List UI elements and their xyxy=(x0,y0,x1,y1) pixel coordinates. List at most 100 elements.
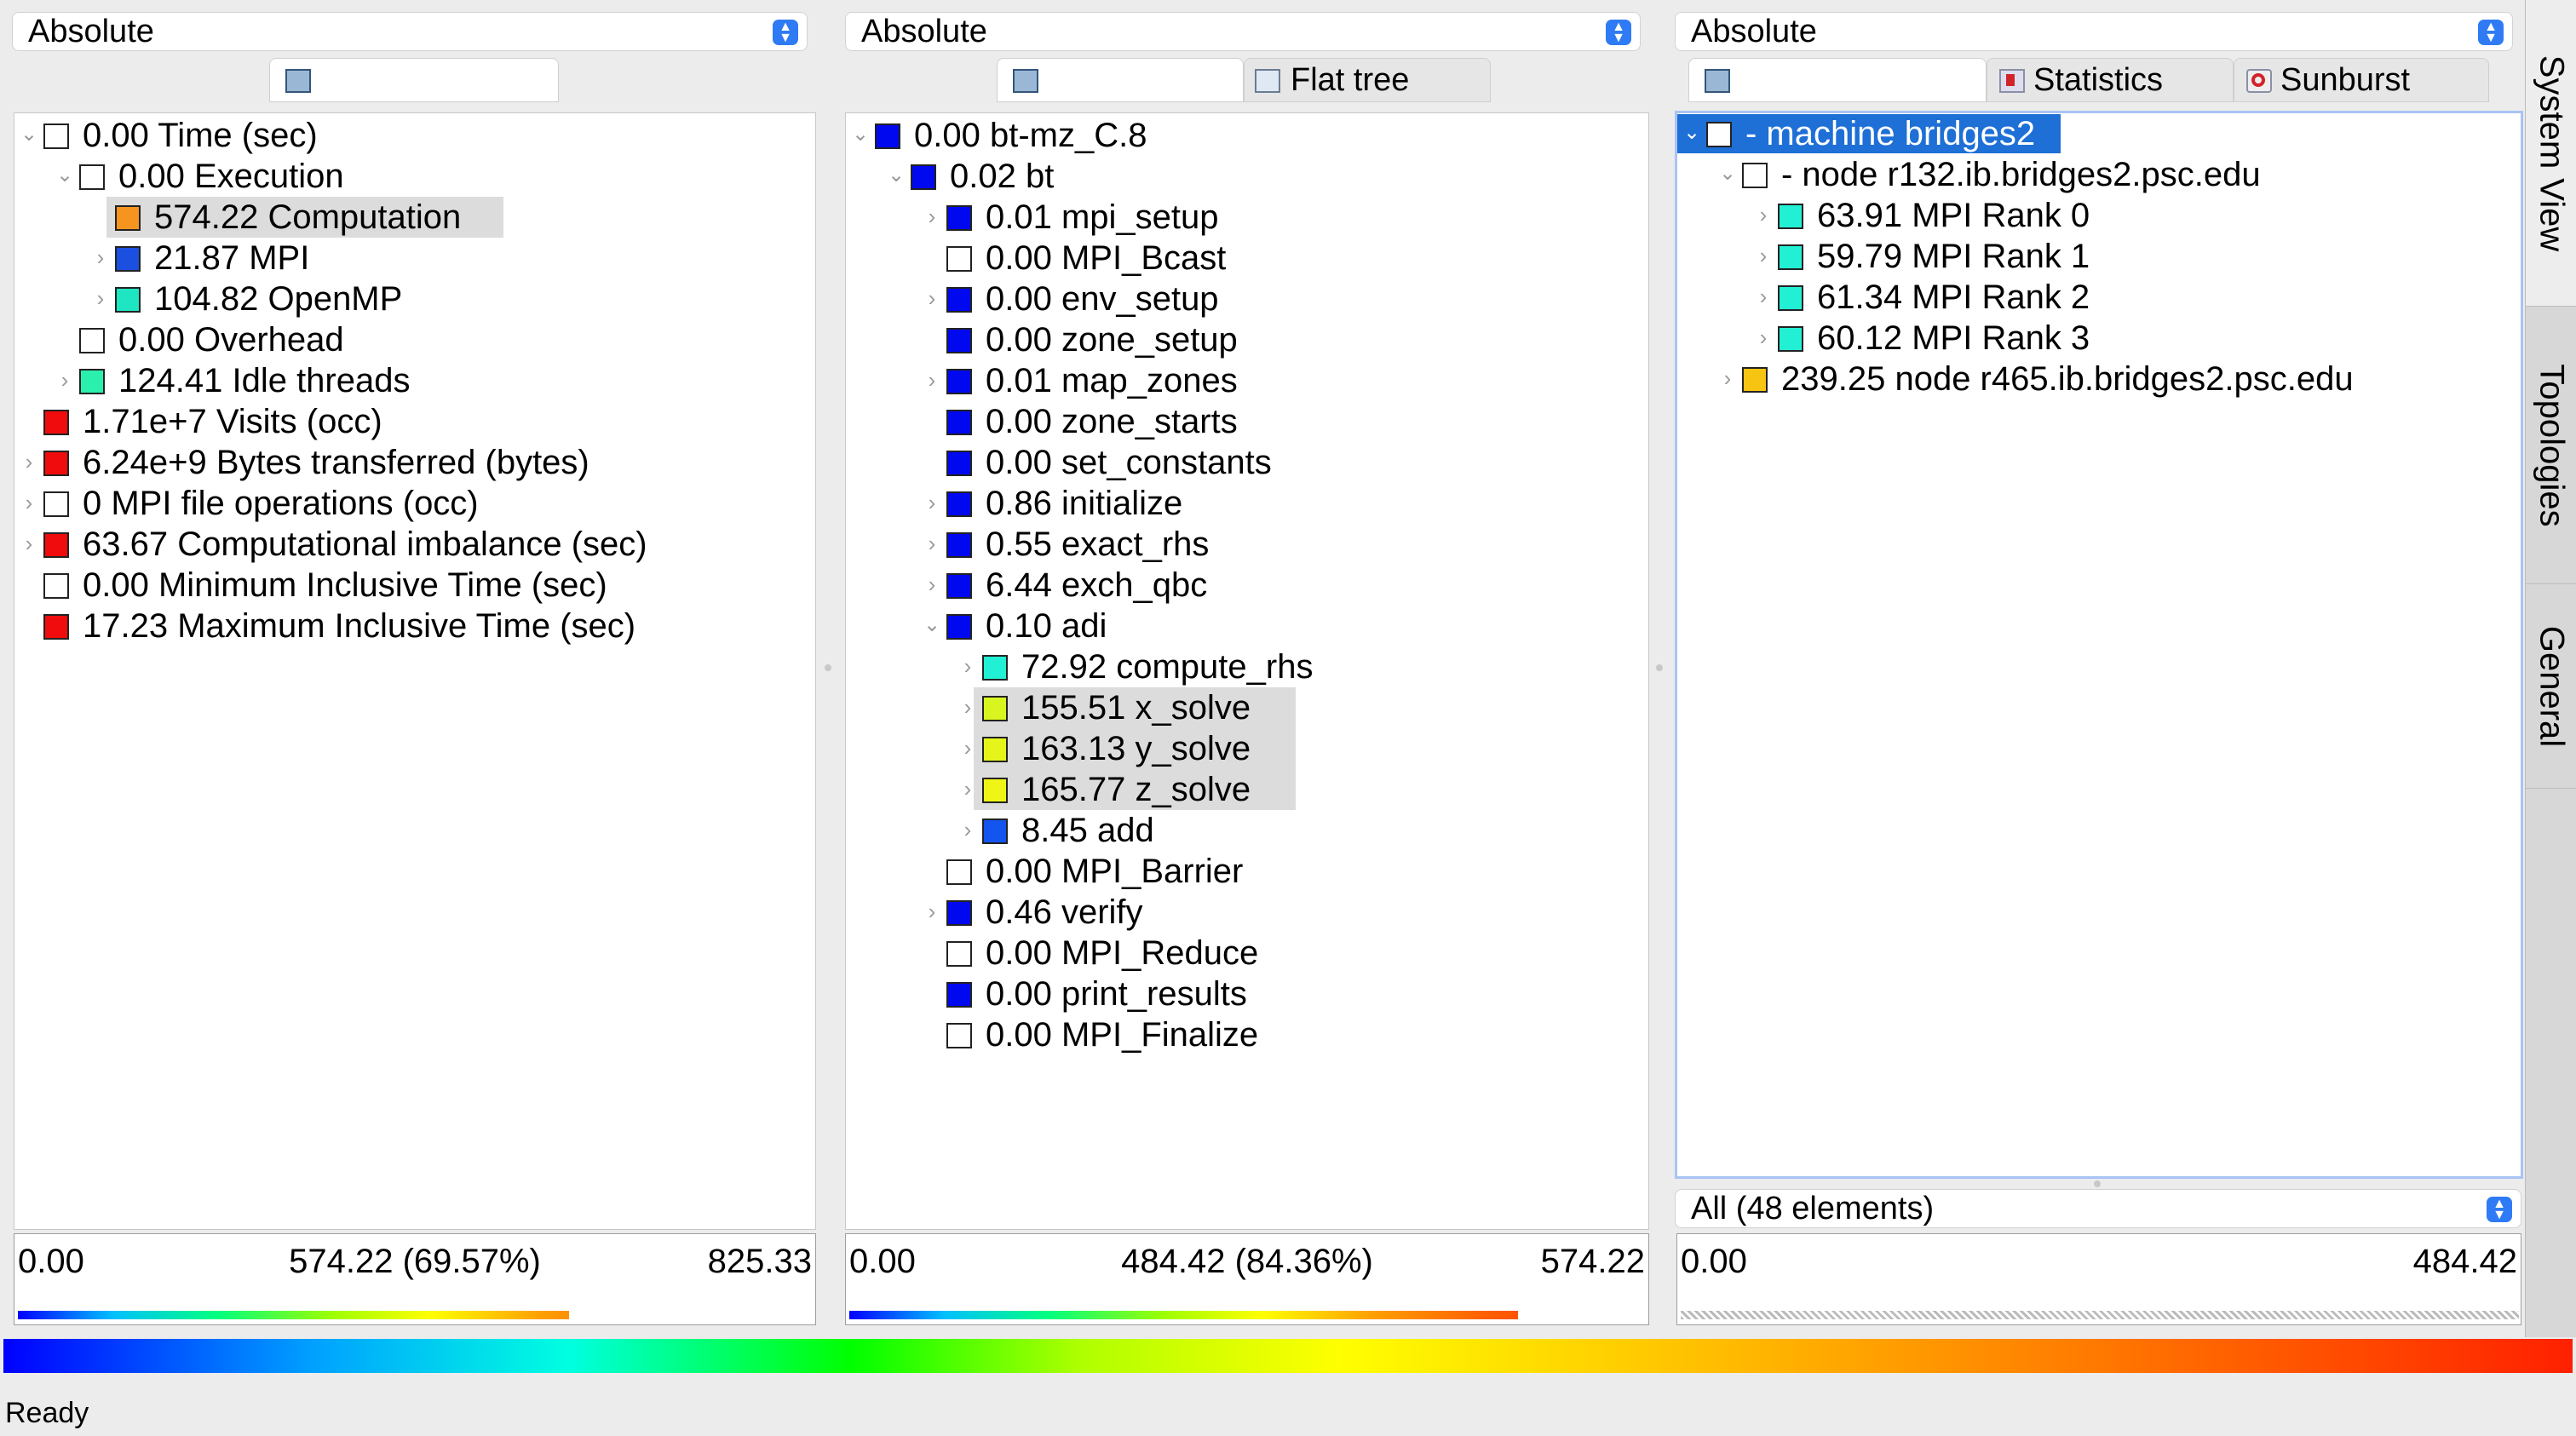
tree-row[interactable]: ⌄ 0.00 bt-mz_C.8 xyxy=(846,115,1648,156)
tree-row[interactable]: › 104.82 OpenMP xyxy=(14,279,815,319)
chevron-right-icon[interactable]: › xyxy=(1752,236,1774,275)
chevron-down-icon[interactable]: ⌄ xyxy=(54,156,76,195)
chevron-right-icon[interactable]: › xyxy=(1752,318,1774,357)
filter-label: All (48 elements) xyxy=(1691,1191,1935,1226)
chevron-right-icon[interactable]: › xyxy=(89,238,112,277)
tab-system-tree[interactable] xyxy=(1688,58,1987,102)
tree-row[interactable]: › 0.01 mpi_setup xyxy=(846,197,1648,238)
chevron-right-icon[interactable]: › xyxy=(18,524,40,563)
tree-row[interactable]: ⌄ 0.00 Execution xyxy=(14,156,815,197)
chevron-down-icon[interactable]: ⌄ xyxy=(849,115,871,154)
metric-tree[interactable]: ⌄ 0.00 Time (sec) ⌄ 0.00 Execution 574.22 Co… xyxy=(14,112,816,1230)
select-arrow-icon: ▲ ▼ xyxy=(2478,20,2504,45)
chevron-down-icon[interactable]: ⌄ xyxy=(921,606,943,645)
tab-flat-tree[interactable]: Flat tree xyxy=(1244,58,1491,102)
tree-row[interactable]: ⌄ - machine bridges2 xyxy=(1677,113,2521,154)
system-tree[interactable]: ⌄ - machine bridges2 ⌄ - node r132.ib.bridg… xyxy=(1675,111,2523,1179)
element-filter-select[interactable]: All (48 elements) ▲ ▼ xyxy=(1675,1189,2521,1228)
chevron-down-icon[interactable]: ⌄ xyxy=(18,115,40,154)
tree-row[interactable]: › 155.51 x_solve xyxy=(846,687,1648,728)
chevron-right-icon[interactable]: › xyxy=(18,483,40,522)
tab-statistics[interactable]: Statistics xyxy=(1987,58,2234,102)
calltree-value-mode-select[interactable]: Absolute ▲ ▼ xyxy=(845,12,1641,51)
chevron-right-icon[interactable]: › xyxy=(1752,277,1774,316)
system-value-mode-select[interactable]: Absolute ▲ ▼ xyxy=(1675,12,2513,51)
chevron-right-icon[interactable]: › xyxy=(89,279,112,318)
tree-row[interactable]: 0.00 MPI_Finalize xyxy=(846,1014,1648,1055)
tree-row[interactable]: 0.00 MPI_Reduce xyxy=(846,933,1648,974)
tree-row[interactable]: ⌄ 0.02 bt xyxy=(846,156,1648,197)
tree-row[interactable]: › 61.34 MPI Rank 2 xyxy=(1677,277,2521,318)
tree-row[interactable]: › 124.41 Idle threads xyxy=(14,360,815,401)
tree-row[interactable]: ⌄ 0.00 Time (sec) xyxy=(14,115,815,156)
splitter-handle[interactable] xyxy=(825,664,831,671)
tree-row[interactable]: › 6.24e+9 Bytes transferred (bytes) xyxy=(14,442,815,483)
tree-row[interactable]: › 21.87 MPI xyxy=(14,238,815,279)
tree-row[interactable]: 1.71e+7 Visits (occ) xyxy=(14,401,815,442)
tree-row[interactable]: › 239.25 node r465.ib.bridges2.psc.edu xyxy=(1677,359,2521,399)
tree-row[interactable]: ⌄ 0.10 adi xyxy=(846,606,1648,646)
chevron-right-icon[interactable]: › xyxy=(921,892,943,931)
tree-row[interactable]: › 63.67 Computational imbalance (sec) xyxy=(14,524,815,565)
tree-row[interactable]: › 0.86 initialize xyxy=(846,483,1648,524)
tree-row[interactable]: 17.23 Maximum Inclusive Time (sec) xyxy=(14,606,815,646)
tree-row[interactable]: ⌄ - node r132.ib.bridges2.psc.edu xyxy=(1677,154,2521,195)
metric-value-mode-select[interactable]: Absolute ▲ ▼ xyxy=(12,12,808,51)
chevron-right-icon[interactable]: › xyxy=(921,279,943,318)
metric-color-swatch xyxy=(1778,244,1803,270)
tree-row[interactable]: 574.22 Computation xyxy=(14,197,815,238)
tree-row[interactable]: › 59.79 MPI Rank 1 xyxy=(1677,236,2521,277)
chevron-right-icon[interactable]: › xyxy=(957,769,979,808)
tree-row[interactable]: › 0.46 verify xyxy=(846,892,1648,933)
tree-row[interactable]: 0.00 Overhead xyxy=(14,319,815,360)
call-tree[interactable]: ⌄ 0.00 bt-mz_C.8 ⌄ 0.02 bt › 0.01 mpi_setup 0.… xyxy=(845,112,1649,1230)
tree-row[interactable]: › 163.13 y_solve xyxy=(846,728,1648,769)
chevron-down-icon[interactable]: ⌄ xyxy=(1681,113,1703,152)
tab-metric-tree[interactable] xyxy=(269,58,559,102)
chevron-right-icon[interactable]: › xyxy=(921,360,943,399)
tree-row-label: 0.00 MPI_Finalize xyxy=(986,1016,1259,1054)
chevron-right-icon[interactable]: › xyxy=(957,687,979,727)
chevron-right-icon[interactable]: › xyxy=(1716,359,1739,398)
chevron-right-icon[interactable]: › xyxy=(921,524,943,563)
tab-general[interactable]: General xyxy=(2526,584,2576,789)
tree-row-label: 0.00 MPI_Bcast xyxy=(986,239,1227,277)
chevron-down-icon[interactable]: ⌄ xyxy=(1716,154,1739,193)
tree-row[interactable]: › 0.00 env_setup xyxy=(846,279,1648,319)
chevron-right-icon[interactable]: › xyxy=(921,483,943,522)
tree-row[interactable]: 0.00 print_results xyxy=(846,974,1648,1014)
tree-row[interactable]: 0.00 set_constants xyxy=(846,442,1648,483)
tree-row[interactable]: › 72.92 compute_rhs xyxy=(846,646,1648,687)
chevron-right-icon[interactable]: › xyxy=(957,646,979,686)
tree-row[interactable]: › 0 MPI file operations (occ) xyxy=(14,483,815,524)
tree-row[interactable]: › 6.44 exch_qbc xyxy=(846,565,1648,606)
tree-row[interactable]: › 165.77 z_solve xyxy=(846,769,1648,810)
splitter-handle[interactable] xyxy=(1656,664,1663,671)
tree-row[interactable]: › 0.55 exact_rhs xyxy=(846,524,1648,565)
splitter-handle[interactable] xyxy=(2094,1180,2101,1187)
tree-row-label: 0 MPI file operations (occ) xyxy=(83,485,479,522)
tree-row[interactable]: › 63.91 MPI Rank 0 xyxy=(1677,195,2521,236)
tree-row[interactable]: › 0.01 map_zones xyxy=(846,360,1648,401)
tree-row[interactable]: 0.00 MPI_Bcast xyxy=(846,238,1648,279)
tab-system-view[interactable]: System View xyxy=(2526,0,2576,307)
chevron-right-icon[interactable]: › xyxy=(1752,195,1774,234)
chevron-right-icon[interactable]: › xyxy=(54,360,76,399)
tree-row[interactable]: 0.00 zone_setup xyxy=(846,319,1648,360)
tab-sunburst[interactable]: Sunburst xyxy=(2234,58,2489,102)
chevron-right-icon[interactable]: › xyxy=(957,810,979,849)
tree-row[interactable]: 0.00 zone_starts xyxy=(846,401,1648,442)
scale-min: 0.00 xyxy=(1681,1243,1747,1280)
tree-row[interactable]: 0.00 Minimum Inclusive Time (sec) xyxy=(14,565,815,606)
chevron-right-icon[interactable]: › xyxy=(921,197,943,236)
chevron-right-icon[interactable]: › xyxy=(957,728,979,767)
tree-row[interactable]: › 8.45 add xyxy=(846,810,1648,851)
tree-row[interactable]: 0.00 MPI_Barrier xyxy=(846,851,1648,892)
tab-label: Statistics xyxy=(2033,62,2164,98)
chevron-right-icon[interactable]: › xyxy=(18,442,40,481)
tab-topologies[interactable]: Topologies xyxy=(2526,307,2576,584)
tab-call-tree[interactable] xyxy=(997,58,1244,102)
chevron-right-icon[interactable]: › xyxy=(921,565,943,604)
tree-row[interactable]: › 60.12 MPI Rank 3 xyxy=(1677,318,2521,359)
chevron-down-icon[interactable]: ⌄ xyxy=(885,156,907,195)
